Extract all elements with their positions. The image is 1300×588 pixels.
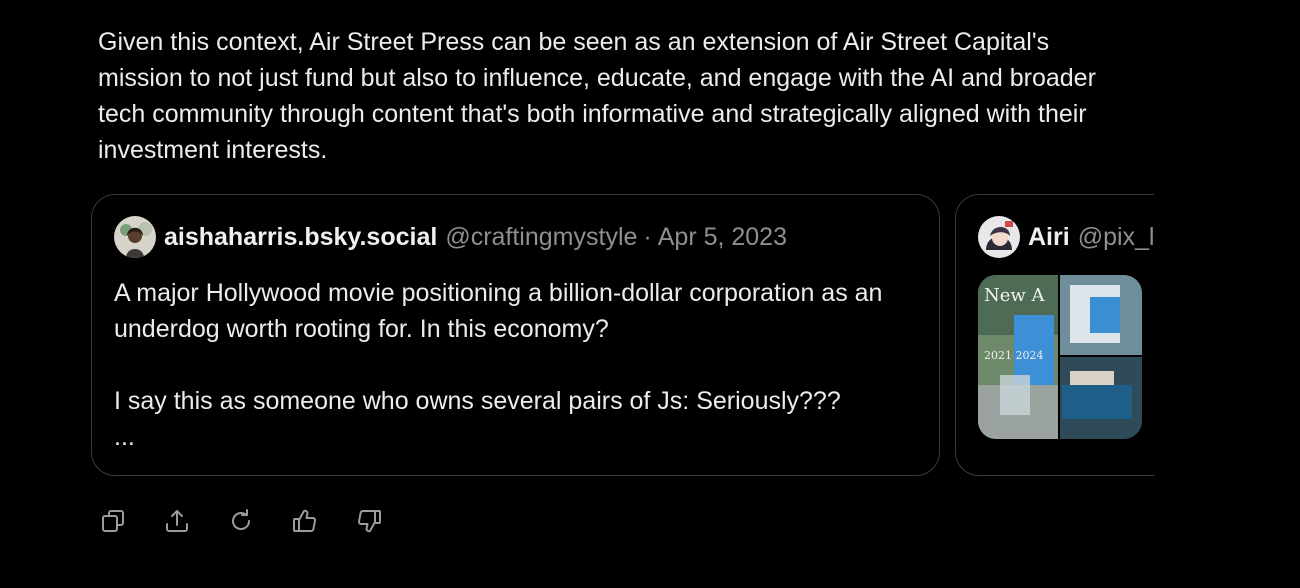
post-date[interactable]: Apr 5, 2023 <box>658 215 787 259</box>
copy-button[interactable] <box>98 506 128 536</box>
regenerate-button[interactable] <box>226 506 256 536</box>
post-paragraph-1: A major Hollywood movie positioning a bi… <box>114 279 883 343</box>
thumbs-down-icon <box>357 510 381 533</box>
post-display-name-2[interactable]: Airi <box>1028 215 1070 259</box>
post-header-2: Airi @pix_l <box>978 215 1154 259</box>
embedded-posts-carousel[interactable]: aishaharris.bsky.social @craftingmystyle… <box>90 194 1154 478</box>
thumb1-year: 2021 2024 <box>984 349 1044 362</box>
message-actions-toolbar <box>98 506 418 536</box>
post-media-grid[interactable]: New A 2021 2024 <box>978 275 1142 439</box>
post-display-name[interactable]: aishaharris.bsky.social <box>164 215 437 259</box>
post-handle-2[interactable]: @pix_l <box>1078 215 1154 259</box>
thumbs-up-icon <box>293 509 317 532</box>
post-ellipsis: ... <box>114 423 135 451</box>
copy-icon <box>102 510 124 532</box>
thumbs-down-button[interactable] <box>354 506 384 536</box>
post-body: A major Hollywood movie positioning a bi… <box>114 275 924 455</box>
avatar-2 <box>978 216 1020 258</box>
embedded-post-card[interactable]: aishaharris.bsky.social @craftingmystyle… <box>91 194 940 476</box>
share-button[interactable] <box>162 506 192 536</box>
avatar <box>114 216 156 258</box>
post-separator: · <box>643 223 652 251</box>
embedded-post-card-2[interactable]: Airi @pix_l New A 2021 2024 <box>955 194 1154 476</box>
share-icon <box>166 510 188 532</box>
post-paragraph-2: I say this as someone who owns several p… <box>114 387 841 415</box>
thumb1-title: New A <box>984 285 1046 306</box>
post-header: aishaharris.bsky.social @craftingmystyle… <box>114 215 787 259</box>
regenerate-icon <box>232 509 251 530</box>
post-handle[interactable]: @craftingmystyle <box>445 215 637 259</box>
thumbs-up-button[interactable] <box>290 506 320 536</box>
media-thumbnails: New A 2021 2024 <box>978 275 1142 439</box>
assistant-message-text: Given this context, Air Street Press can… <box>98 28 1096 164</box>
